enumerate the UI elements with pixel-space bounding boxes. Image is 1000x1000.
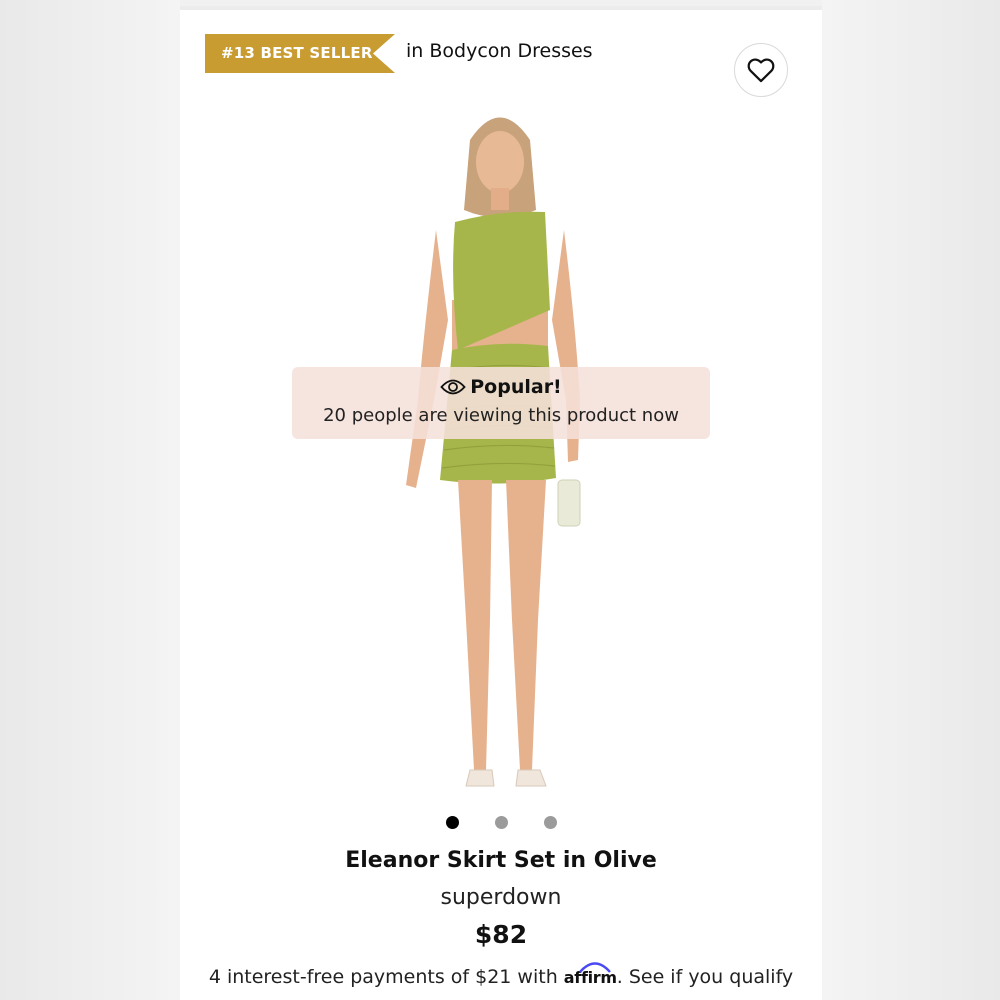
product-name: Eleanor Skirt Set in Olive xyxy=(345,848,657,873)
carousel-dot-1[interactable] xyxy=(446,816,459,829)
affirm-logo: affirm xyxy=(564,962,617,987)
carousel-dots xyxy=(446,816,566,830)
payment-prefix: 4 interest-free payments of $21 with xyxy=(208,966,558,988)
see-if-you-qualify-link[interactable]: . See if you qualify xyxy=(617,966,793,988)
product-image[interactable] xyxy=(400,100,600,820)
best-seller-label: #13 BEST SELLER xyxy=(221,44,373,62)
eye-icon xyxy=(440,379,466,395)
category-link[interactable]: in Bodycon Dresses xyxy=(406,40,593,62)
brand-link[interactable]: superdown xyxy=(180,885,822,910)
carousel-dot-3[interactable] xyxy=(544,816,557,829)
popular-message: 20 people are viewing this product now xyxy=(323,405,679,426)
payment-info: 4 interest-free payments of $21 with aff… xyxy=(180,962,822,988)
heart-icon xyxy=(747,58,775,83)
background-left xyxy=(0,0,180,1000)
product-card: #13 BEST SELLER in Bodycon Dresses Popul… xyxy=(180,10,822,1000)
carousel-dot-2[interactable] xyxy=(495,816,508,829)
popular-heading: Popular! xyxy=(292,373,710,401)
best-seller-badge: #13 BEST SELLER xyxy=(205,34,395,73)
popular-notice: Popular! 20 people are viewing this prod… xyxy=(292,367,710,439)
top-divider xyxy=(180,0,822,6)
favorite-button[interactable] xyxy=(734,43,788,97)
product-price: $82 xyxy=(474,920,528,949)
popular-title: Popular! xyxy=(470,376,562,398)
background-right xyxy=(822,0,1000,1000)
